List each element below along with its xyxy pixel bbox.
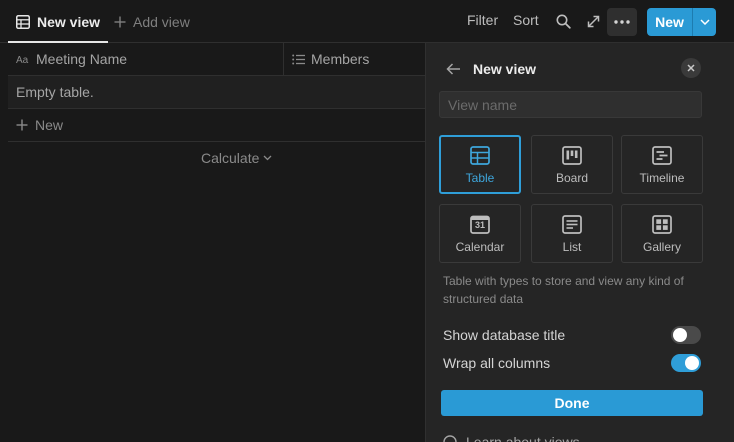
view-type-timeline[interactable]: Timeline <box>621 135 703 194</box>
column-label: Meeting Name <box>36 51 128 67</box>
svg-text:Aa: Aa <box>16 55 29 64</box>
chevron-down-icon <box>699 19 710 25</box>
done-button[interactable]: Done <box>441 390 703 416</box>
view-type-label: Gallery <box>642 240 681 254</box>
add-view-button[interactable]: Add view <box>114 0 190 43</box>
text-property-icon: Aa <box>16 54 30 64</box>
plus-icon <box>16 119 28 131</box>
new-record-button[interactable]: New <box>647 8 716 36</box>
arrow-left-icon <box>445 63 461 75</box>
new-view-panel: New view Table Board Timeline 31 Calenda… <box>425 43 734 442</box>
back-button[interactable] <box>443 59 463 79</box>
new-row-label: New <box>35 117 64 133</box>
view-type-label: Board <box>555 171 589 185</box>
close-icon <box>687 64 695 72</box>
list-icon <box>292 54 305 65</box>
close-panel-button[interactable] <box>681 58 701 78</box>
new-row-button[interactable]: New <box>8 109 425 142</box>
tab-label: New view <box>37 13 101 30</box>
timeline-icon <box>652 144 672 166</box>
filter-button[interactable]: Filter <box>467 12 498 28</box>
add-view-label: Add view <box>133 13 190 30</box>
view-type-label: List <box>562 240 582 254</box>
wrap-all-columns-toggle[interactable] <box>671 354 701 372</box>
column-header-meeting-name[interactable]: Aa Meeting Name <box>8 43 284 76</box>
toggle-knob <box>685 356 699 370</box>
search-button[interactable] <box>551 9 575 33</box>
column-label: Members <box>311 51 370 67</box>
view-type-label: Table <box>465 171 495 185</box>
column-header-members[interactable]: Members <box>284 43 425 76</box>
help-circle-icon <box>443 435 457 442</box>
view-type-label: Timeline <box>639 171 685 185</box>
new-record-dropdown[interactable] <box>693 19 716 25</box>
tab-new-view[interactable]: New view <box>8 0 109 43</box>
calculate-button[interactable]: Calculate <box>201 150 272 166</box>
show-database-title-toggle[interactable] <box>671 326 701 344</box>
wrap-all-columns-label: Wrap all columns <box>443 355 551 371</box>
view-type-list[interactable]: List <box>531 204 613 263</box>
expand-arrows-icon <box>587 15 600 28</box>
more-options-button[interactable] <box>607 8 637 36</box>
calculate-label: Calculate <box>201 150 260 166</box>
view-type-description: Table with types to store and view any k… <box>443 274 684 306</box>
show-database-title-label: Show database title <box>443 327 566 343</box>
learn-about-views-label: Learn about views <box>466 434 580 442</box>
view-name-input[interactable] <box>439 91 702 118</box>
chevron-down-icon <box>263 155 272 161</box>
ellipsis-icon <box>614 20 630 24</box>
view-type-table[interactable]: Table <box>439 135 521 194</box>
learn-about-views-link[interactable]: Learn about views <box>443 434 580 442</box>
table-icon <box>16 14 30 29</box>
view-type-label: Calendar <box>455 240 505 254</box>
gallery-icon <box>652 213 672 235</box>
board-icon <box>562 144 582 166</box>
calendar-icon: 31 <box>470 213 490 235</box>
new-record-label: New <box>655 14 684 30</box>
search-icon <box>556 14 571 29</box>
expand-button[interactable] <box>581 9 605 33</box>
toggle-knob <box>673 328 687 342</box>
empty-table-message: Empty table. <box>8 76 425 109</box>
panel-title: New view <box>473 61 537 77</box>
table-icon <box>470 144 490 166</box>
view-type-board[interactable]: Board <box>531 135 613 194</box>
plus-icon <box>114 16 126 28</box>
sort-button[interactable]: Sort <box>513 12 539 28</box>
view-toolbar: New view Add view Filter Sort New <box>0 0 734 43</box>
calendar-day: 31 <box>474 220 485 230</box>
list-view-icon <box>562 213 582 235</box>
view-type-calendar[interactable]: 31 Calendar <box>439 204 521 263</box>
view-type-gallery[interactable]: Gallery <box>621 204 703 263</box>
